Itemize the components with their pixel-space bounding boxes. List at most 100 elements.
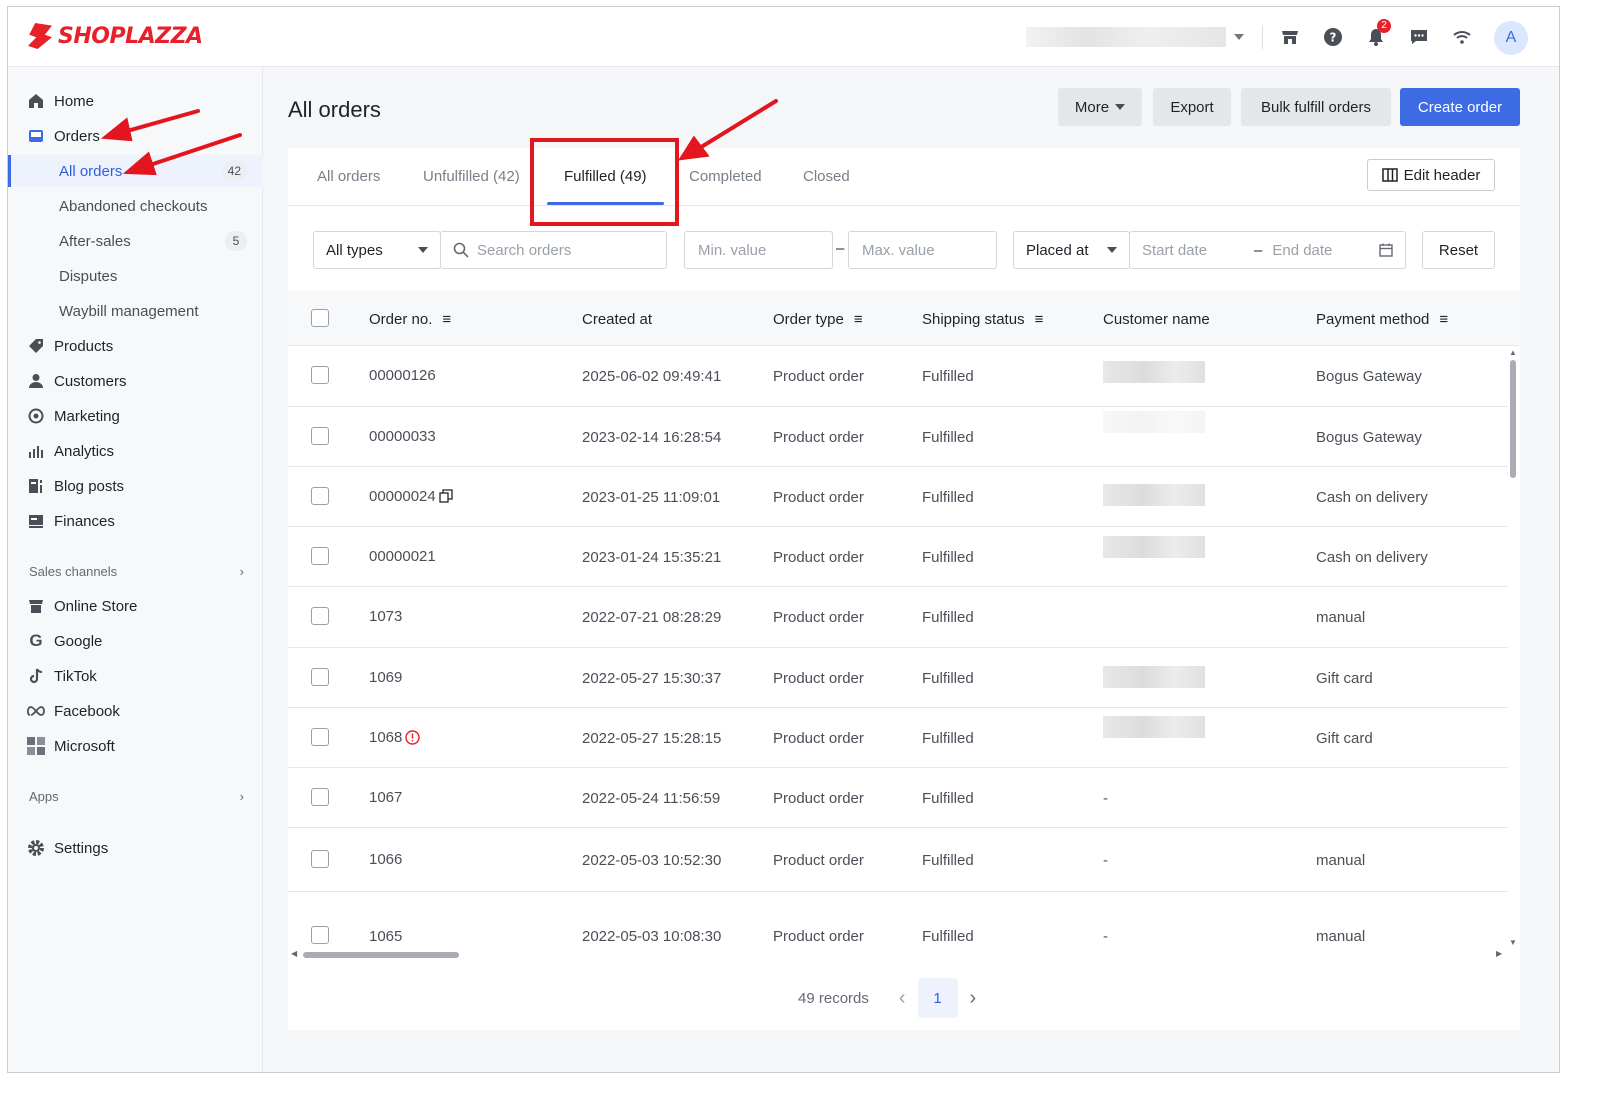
- reset-button[interactable]: Reset: [1422, 231, 1495, 269]
- sidebar-subitem-all-orders[interactable]: All orders 42: [8, 155, 263, 187]
- create-order-button[interactable]: Create order: [1400, 88, 1520, 126]
- table-row[interactable]: 00000033 2023-02-14 16:28:54 Product ord…: [288, 407, 1508, 467]
- button-label: Edit header: [1403, 166, 1481, 184]
- tab-all-orders[interactable]: All orders: [317, 168, 380, 185]
- filter-icon[interactable]: ≡: [442, 311, 451, 328]
- order-type-select[interactable]: All types: [313, 231, 441, 269]
- apps-section[interactable]: Apps ›: [29, 789, 244, 804]
- column-shipping-status[interactable]: Shipping status ≡: [922, 311, 1043, 328]
- order-number-link[interactable]: 00000126: [369, 367, 436, 384]
- row-checkbox[interactable]: [311, 926, 329, 944]
- sidebar-item-customers[interactable]: Customers: [8, 365, 263, 397]
- table-row[interactable]: 00000021 2023-01-24 15:35:21 Product ord…: [288, 527, 1508, 587]
- tab-fulfilled[interactable]: Fulfilled (49): [564, 168, 647, 185]
- order-number-link[interactable]: 1066: [369, 851, 402, 868]
- scroll-left-icon[interactable]: ◀: [291, 949, 297, 958]
- date-field-select[interactable]: Placed at: [1013, 231, 1130, 269]
- date-range-picker[interactable]: Start date – End date: [1129, 231, 1406, 269]
- filter-icon[interactable]: ≡: [1035, 311, 1044, 328]
- order-number-link[interactable]: 00000033: [369, 428, 436, 445]
- table-row[interactable]: 00000024 2023-01-25 11:09:01 Product ord…: [288, 467, 1508, 527]
- bulk-fulfill-button[interactable]: Bulk fulfill orders: [1241, 88, 1391, 126]
- max-value-input[interactable]: Max. value: [848, 231, 997, 269]
- tab-closed[interactable]: Closed: [803, 168, 850, 185]
- order-number-link[interactable]: 1073: [369, 608, 402, 625]
- sidebar-subitem-disputes[interactable]: Disputes: [8, 260, 263, 292]
- row-checkbox[interactable]: [311, 850, 329, 868]
- filter-icon[interactable]: ≡: [854, 311, 863, 328]
- bell-icon[interactable]: 2: [1364, 19, 1391, 49]
- sidebar-item-finances[interactable]: Finances: [8, 505, 263, 537]
- scrollbar-thumb[interactable]: [1510, 360, 1516, 478]
- min-value-input[interactable]: Min. value: [684, 231, 833, 269]
- row-checkbox[interactable]: [311, 547, 329, 565]
- wifi-icon[interactable]: [1450, 25, 1474, 49]
- order-number-link[interactable]: 1067: [369, 789, 402, 806]
- row-checkbox[interactable]: [311, 487, 329, 505]
- row-checkbox[interactable]: [311, 607, 329, 625]
- sidebar-item-analytics[interactable]: Analytics: [8, 435, 263, 467]
- sidebar-item-products[interactable]: Products: [8, 330, 263, 362]
- sidebar-item-orders[interactable]: Orders: [8, 120, 263, 152]
- edit-header-button[interactable]: Edit header: [1367, 159, 1495, 191]
- sales-channels-section[interactable]: Sales channels ›: [29, 564, 244, 579]
- avatar[interactable]: A: [1494, 21, 1528, 55]
- order-number-link[interactable]: 1069: [369, 669, 402, 686]
- column-payment-method[interactable]: Payment method ≡: [1316, 311, 1448, 328]
- scroll-right-icon[interactable]: ▶: [1496, 949, 1502, 958]
- sidebar-subitem-waybill-management[interactable]: Waybill management: [8, 295, 263, 327]
- table-row[interactable]: 1068 2022-05-27 15:28:15 Product order F…: [288, 708, 1508, 768]
- tab-unfulfilled[interactable]: Unfulfilled (42): [423, 168, 520, 185]
- horizontal-scrollbar[interactable]: ◀ ▶: [288, 948, 1508, 962]
- row-checkbox[interactable]: [311, 728, 329, 746]
- column-order-no[interactable]: Order no. ≡: [369, 311, 451, 328]
- export-button[interactable]: Export: [1153, 88, 1231, 126]
- message-icon[interactable]: [1407, 25, 1431, 49]
- table-row[interactable]: 1069 2022-05-27 15:30:37 Product order F…: [288, 648, 1508, 708]
- tab-completed[interactable]: Completed: [689, 168, 762, 185]
- shipping-status: Fulfilled: [922, 489, 974, 506]
- table-row[interactable]: 00000126 2025-06-02 09:49:41 Product ord…: [288, 346, 1508, 407]
- payment-method: Bogus Gateway: [1316, 429, 1422, 446]
- table-row[interactable]: 1065 2022-05-03 10:08:30 Product order F…: [288, 892, 1508, 948]
- table-row[interactable]: 1067 2022-05-24 11:56:59 Product order F…: [288, 768, 1508, 828]
- sidebar-item-google[interactable]: G Google: [8, 625, 263, 657]
- more-button[interactable]: More: [1058, 88, 1142, 126]
- table-row[interactable]: 1066 2022-05-03 10:52:30 Product order F…: [288, 828, 1508, 892]
- column-order-type[interactable]: Order type ≡: [773, 311, 863, 328]
- order-number-link[interactable]: 1068: [369, 729, 402, 746]
- scroll-up-icon[interactable]: ▲: [1509, 348, 1517, 357]
- row-checkbox[interactable]: [311, 668, 329, 686]
- sidebar-item-microsoft[interactable]: Microsoft: [8, 730, 263, 762]
- table-row[interactable]: 1073 2022-07-21 08:28:29 Product order F…: [288, 587, 1508, 648]
- sidebar-item-facebook[interactable]: Facebook: [8, 695, 263, 727]
- sidebar-item-settings[interactable]: Settings: [8, 832, 263, 864]
- sidebar-item-marketing[interactable]: Marketing: [8, 400, 263, 432]
- help-icon[interactable]: ?: [1321, 25, 1345, 49]
- store-selector[interactable]: [1026, 27, 1246, 47]
- select-all-checkbox[interactable]: [311, 309, 329, 327]
- order-number-link[interactable]: 1065: [369, 928, 402, 945]
- store-icon[interactable]: [1278, 25, 1302, 49]
- page-button-current[interactable]: 1: [917, 978, 958, 1018]
- shoplazza-logo[interactable]: SHOPLAZZA: [28, 23, 203, 49]
- prev-page-icon[interactable]: ‹: [899, 987, 906, 1010]
- scroll-down-icon[interactable]: ▼: [1509, 938, 1517, 947]
- order-number-link[interactable]: 00000024: [369, 488, 436, 505]
- vertical-scrollbar[interactable]: ▲ ▼: [1508, 348, 1518, 948]
- sidebar-subitem-abandoned-checkouts[interactable]: Abandoned checkouts: [8, 190, 263, 222]
- sidebar-item-tiktok[interactable]: TikTok: [8, 660, 263, 692]
- sidebar-item-online-store[interactable]: Online Store: [8, 590, 263, 622]
- sidebar-subitem-after-sales[interactable]: After-sales 5: [8, 225, 263, 257]
- search-input[interactable]: Search orders: [440, 231, 667, 269]
- next-page-icon[interactable]: ›: [970, 987, 977, 1010]
- filter-icon[interactable]: ≡: [1439, 311, 1448, 328]
- copy-icon[interactable]: [439, 489, 453, 508]
- sidebar-item-home[interactable]: Home: [8, 85, 263, 117]
- row-checkbox[interactable]: [311, 427, 329, 445]
- row-checkbox[interactable]: [311, 366, 329, 384]
- order-number-link[interactable]: 00000021: [369, 548, 436, 565]
- row-checkbox[interactable]: [311, 788, 329, 806]
- sidebar-item-blog-posts[interactable]: Blog posts: [8, 470, 263, 502]
- scrollbar-thumb[interactable]: [303, 952, 459, 958]
